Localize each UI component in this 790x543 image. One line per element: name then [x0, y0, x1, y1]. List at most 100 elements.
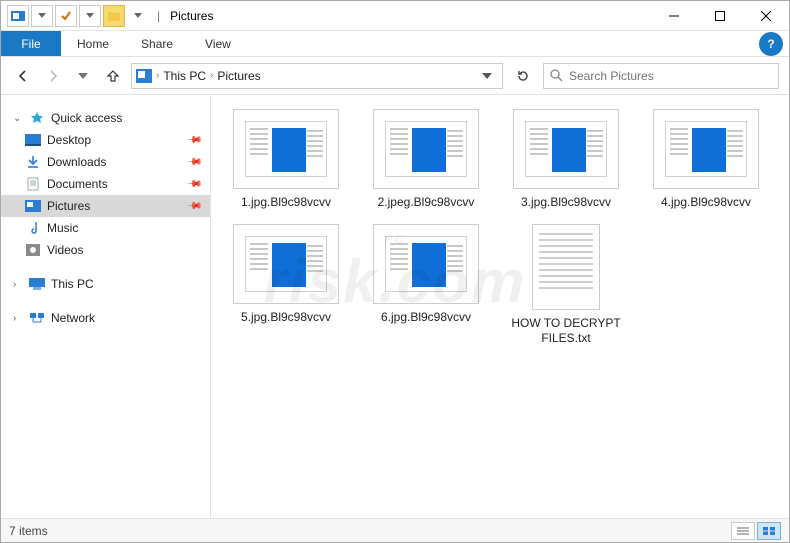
window-title: Pictures	[170, 9, 213, 23]
chevron-right-icon: ›	[13, 313, 23, 324]
status-bar: 7 items	[1, 518, 789, 542]
forward-button[interactable]	[41, 64, 65, 88]
sidebar-item-label: Network	[51, 311, 95, 325]
file-tile[interactable]: 4.jpg.Bl9c98vcvv	[645, 109, 767, 210]
search-input[interactable]	[569, 69, 772, 83]
documents-icon	[25, 176, 41, 192]
image-file-icon	[513, 109, 619, 189]
minimize-button[interactable]	[651, 1, 697, 31]
sidebar-quick-access[interactable]: ⌄ Quick access	[1, 107, 210, 129]
sidebar-item-videos[interactable]: Videos	[1, 239, 210, 261]
item-count-label: 7 items	[9, 524, 48, 538]
sidebar-item-music[interactable]: Music	[1, 217, 210, 239]
address-dropdown-button[interactable]	[476, 73, 498, 79]
navigation-bar: › This PC › Pictures	[1, 57, 789, 95]
main-area: ⌄ Quick access Desktop 📌 Downloads 📌 Doc…	[1, 95, 789, 518]
back-button[interactable]	[11, 64, 35, 88]
refresh-button[interactable]	[509, 63, 537, 89]
pin-icon: 📌	[185, 154, 202, 171]
title-sep: |	[157, 9, 160, 23]
text-file-icon	[532, 224, 600, 310]
image-file-icon	[373, 109, 479, 189]
maximize-button[interactable]	[697, 1, 743, 31]
sidebar-item-label: Desktop	[47, 133, 91, 147]
file-name-label: 5.jpg.Bl9c98vcvv	[241, 310, 331, 325]
sidebar-item-downloads[interactable]: Downloads 📌	[1, 151, 210, 173]
image-file-icon	[233, 224, 339, 304]
sidebar-network[interactable]: › Network	[1, 307, 210, 329]
star-icon	[29, 110, 45, 126]
details-view-button[interactable]	[731, 522, 755, 540]
explorer-icon[interactable]	[7, 5, 29, 27]
file-name-label: 6.jpg.Bl9c98vcvv	[381, 310, 471, 325]
chevron-right-icon: ›	[156, 70, 159, 81]
search-box[interactable]	[543, 63, 779, 89]
menu-home[interactable]: Home	[61, 31, 125, 56]
image-file-icon	[653, 109, 759, 189]
chevron-right-icon: ›	[210, 70, 213, 81]
downloads-icon	[25, 154, 41, 170]
file-name-label: 2.jpeg.Bl9c98vcvv	[378, 195, 475, 210]
sidebar-item-pictures[interactable]: Pictures 📌	[1, 195, 210, 217]
thumbnails-view-button[interactable]	[757, 522, 781, 540]
ribbon-menu: File Home Share View ?	[1, 31, 789, 57]
file-tile[interactable]: 1.jpg.Bl9c98vcvv	[225, 109, 347, 210]
file-name-label: 3.jpg.Bl9c98vcvv	[521, 195, 611, 210]
up-button[interactable]	[101, 64, 125, 88]
window-controls	[651, 1, 789, 31]
music-icon	[25, 220, 41, 236]
title-bar: | Pictures	[1, 1, 789, 31]
chevron-right-icon: ›	[13, 279, 23, 290]
file-grid: 1.jpg.Bl9c98vcvv 2.jpeg.Bl9c98vcvv 3.jpg.B…	[225, 109, 779, 346]
breadcrumb[interactable]: Pictures	[217, 69, 260, 83]
file-tile[interactable]: 3.jpg.Bl9c98vcvv	[505, 109, 627, 210]
file-tile[interactable]: 5.jpg.Bl9c98vcvv	[225, 224, 347, 346]
sidebar-item-label: Pictures	[47, 199, 90, 213]
sidebar-item-desktop[interactable]: Desktop 📌	[1, 129, 210, 151]
sidebar-item-label: Documents	[47, 177, 108, 191]
pin-icon: 📌	[185, 198, 202, 215]
folder-icon[interactable]	[103, 5, 125, 27]
pin-icon: 📌	[185, 176, 202, 193]
file-name-label: HOW TO DECRYPT FILES.txt	[507, 316, 625, 346]
sidebar-item-label: Videos	[47, 243, 83, 257]
file-tile[interactable]: 2.jpeg.Bl9c98vcvv	[365, 109, 487, 210]
computer-icon	[29, 276, 45, 292]
sidebar-item-label: This PC	[51, 277, 94, 291]
qat-check-icon[interactable]	[55, 5, 77, 27]
menu-share[interactable]: Share	[125, 31, 189, 56]
sidebar-this-pc[interactable]: › This PC	[1, 273, 210, 295]
chevron-down-icon: ⌄	[13, 113, 23, 124]
file-name-label: 4.jpg.Bl9c98vcvv	[661, 195, 751, 210]
qat-dropdown-3[interactable]	[127, 5, 149, 27]
file-list-pane[interactable]: 1.jpg.Bl9c98vcvv 2.jpeg.Bl9c98vcvv 3.jpg.B…	[211, 95, 789, 518]
breadcrumb[interactable]: This PC	[163, 69, 206, 83]
file-tile[interactable]: 6.jpg.Bl9c98vcvv	[365, 224, 487, 346]
network-icon	[29, 310, 45, 326]
qat-dropdown-2[interactable]	[79, 5, 101, 27]
sidebar-item-documents[interactable]: Documents 📌	[1, 173, 210, 195]
file-name-label: 1.jpg.Bl9c98vcvv	[241, 195, 331, 210]
view-switcher	[731, 522, 781, 540]
videos-icon	[25, 242, 41, 258]
close-button[interactable]	[743, 1, 789, 31]
recent-locations-button[interactable]	[71, 64, 95, 88]
file-tile[interactable]: HOW TO DECRYPT FILES.txt	[505, 224, 627, 346]
quick-access-toolbar	[1, 5, 149, 27]
address-bar[interactable]: › This PC › Pictures	[131, 63, 503, 89]
navigation-pane: ⌄ Quick access Desktop 📌 Downloads 📌 Doc…	[1, 95, 211, 518]
menu-view[interactable]: View	[189, 31, 247, 56]
location-pictures-icon	[136, 68, 152, 84]
qat-dropdown-1[interactable]	[31, 5, 53, 27]
search-icon	[550, 69, 563, 82]
image-file-icon	[373, 224, 479, 304]
sidebar-item-label: Downloads	[47, 155, 106, 169]
file-menu[interactable]: File	[1, 31, 61, 56]
sidebar-item-label: Music	[47, 221, 78, 235]
image-file-icon	[233, 109, 339, 189]
pictures-icon	[25, 198, 41, 214]
desktop-icon	[25, 132, 41, 148]
sidebar-item-label: Quick access	[51, 111, 122, 125]
help-button[interactable]: ?	[759, 32, 783, 56]
pin-icon: 📌	[185, 132, 202, 149]
